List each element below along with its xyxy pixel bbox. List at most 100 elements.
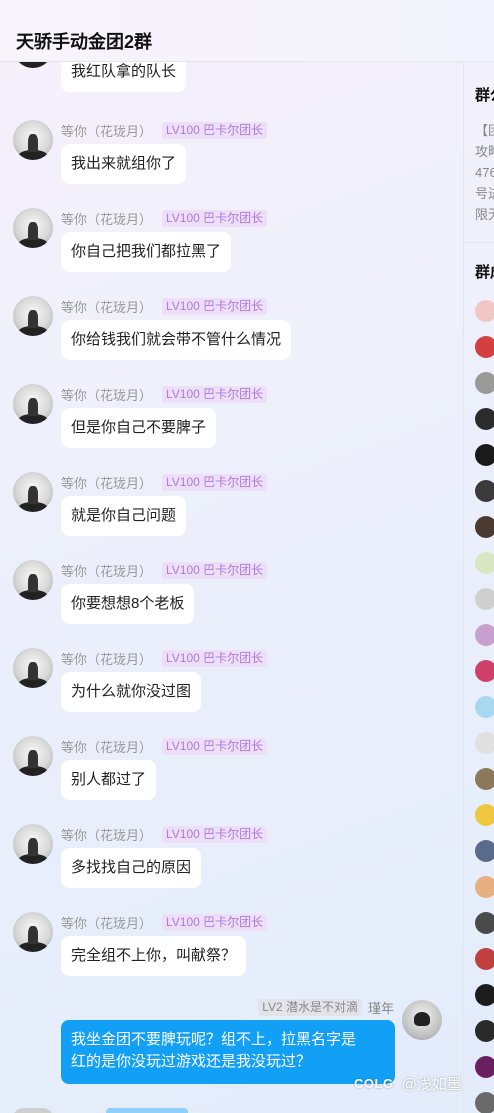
message-header: 等你（花珑月） LV100 巴卡尔团长	[61, 385, 268, 404]
member-avatar[interactable]	[475, 732, 494, 754]
message-header: 等你（花珑月） LV100 巴卡尔团长	[61, 297, 268, 316]
own-message-header: LV2 潜水是不对滴 瑾年	[258, 998, 394, 1016]
chat-message-list[interactable]: 我红队拿的队长 等你（花珑月） LV100 巴卡尔团长 我出来就组你了 等你（花珑月）…	[0, 62, 463, 1113]
message-bubble[interactable]: 就是你自己问题	[61, 496, 187, 536]
message-header: 等你（花珑月） LV100 巴卡尔团长	[61, 737, 268, 756]
own-message-bubble[interactable]: 我坐金团不要脾玩呢？组不上，拉黑名字是 红的是你没玩过游戏还是我没玩过？	[61, 1020, 395, 1084]
notice-line: 【团	[475, 123, 494, 138]
username[interactable]: 等你（花珑月）	[61, 561, 152, 580]
watermark-author: @浅如墨	[401, 1075, 462, 1093]
level-badge: LV100 巴卡尔团长	[162, 913, 268, 931]
member-avatar[interactable]	[475, 516, 494, 538]
user-avatar[interactable]	[13, 120, 53, 160]
member-avatar[interactable]	[475, 444, 494, 466]
member-avatar[interactable]	[475, 336, 494, 358]
username[interactable]: 等你（花珑月）	[61, 385, 152, 404]
chat-message: 等你（花珑月） LV100 巴卡尔团长多找找自己的原因	[0, 824, 463, 912]
message-bubble[interactable]: 我出来就组你了	[61, 144, 187, 184]
message-header: 等你（花珑月） LV100 巴卡尔团长	[61, 825, 268, 844]
user-avatar[interactable]	[13, 736, 53, 776]
own-message-line: 我坐金团不要脾玩呢？组不上，拉黑名字是	[71, 1031, 357, 1048]
user-avatar[interactable]	[13, 384, 53, 424]
member-avatar[interactable]	[475, 840, 494, 862]
chat-header: 天骄手动金团2群	[0, 0, 494, 62]
level-badge: LV100 巴卡尔团长	[162, 209, 268, 227]
message-bubble[interactable]: 为什么就你没过图	[61, 672, 202, 712]
member-avatar[interactable]	[475, 408, 494, 430]
member-avatar[interactable]	[475, 912, 494, 934]
own-level-badge: LV2 潜水是不对滴	[258, 998, 362, 1016]
user-avatar[interactable]	[13, 824, 53, 864]
message-bubble[interactable]: 但是你自己不要脾子	[61, 408, 217, 448]
member-avatar[interactable]	[475, 768, 494, 790]
user-avatar[interactable]	[13, 912, 53, 952]
message-bubble[interactable]: 我红队拿的队长	[61, 62, 187, 92]
member-avatar[interactable]	[475, 1056, 494, 1078]
level-badge: LV100 巴卡尔团长	[162, 473, 268, 491]
member-avatar[interactable]	[475, 480, 494, 502]
own-username: 瑾年	[367, 1000, 394, 1016]
member-avatar[interactable]	[475, 660, 494, 682]
member-avatar[interactable]	[475, 696, 494, 718]
member-avatar[interactable]	[475, 552, 494, 574]
colg-logo: COLG	[354, 1075, 394, 1091]
group-title: 天骄手动金团2群	[16, 32, 153, 52]
notice-line: 限无	[475, 207, 494, 222]
notice-line: 号进	[475, 186, 494, 201]
level-badge: LV100 巴卡尔团长	[162, 297, 268, 315]
member-avatar[interactable]	[475, 372, 494, 394]
group-notice-title: 群公	[475, 87, 494, 104]
user-avatar[interactable]	[13, 560, 53, 600]
username[interactable]: 等你（花珑月）	[61, 297, 152, 316]
user-avatar[interactable]	[13, 296, 53, 336]
chat-message: 等你（花珑月） LV100 巴卡尔团长我出来就组你了	[0, 120, 463, 208]
member-avatar[interactable]	[475, 1020, 494, 1042]
message-bubble[interactable]: 你要想想8个老板	[61, 584, 195, 624]
username[interactable]: 等你（花珑月）	[61, 825, 152, 844]
message-bubble[interactable]: 多找找自己的原因	[61, 848, 202, 888]
user-avatar[interactable]	[13, 1108, 53, 1113]
username[interactable]: 等你（花珑月）	[61, 121, 152, 140]
user-avatar[interactable]	[13, 208, 53, 248]
user-avatar[interactable]	[13, 648, 53, 688]
member-avatar[interactable]	[475, 588, 494, 610]
member-avatar[interactable]	[475, 876, 494, 898]
message-bubble[interactable]: 你自己把我们都拉黑了	[61, 232, 232, 272]
message-bubble-peek[interactable]	[106, 1108, 188, 1113]
message-bubble[interactable]: 你给钱我们就会带不管什么情况	[61, 320, 292, 360]
username[interactable]: 等你（花珑月）	[61, 649, 152, 668]
own-avatar[interactable]	[402, 1000, 442, 1040]
username[interactable]: 等你（花珑月）	[61, 913, 152, 932]
message-bubble[interactable]: 别人都过了	[61, 760, 157, 800]
user-avatar[interactable]	[13, 62, 53, 68]
message-header: 等你（花珑月） LV100 巴卡尔团长	[61, 209, 268, 228]
message-header: 等你（花珑月） LV100 巴卡尔团长	[61, 473, 268, 492]
level-badge: LV100 巴卡尔团长	[162, 737, 268, 755]
message-header: 等你（花珑月） LV100 巴卡尔团长	[61, 649, 268, 668]
message-header: 等你（花珑月） LV100 巴卡尔团长	[61, 561, 268, 580]
user-avatar[interactable]	[13, 472, 53, 512]
own-message-line: 红的是你没玩过游戏还是我没玩过？	[71, 1053, 312, 1070]
chat-message: 等你（花珑月） LV100 巴卡尔团长但是你自己不要脾子	[0, 384, 463, 472]
message-bubble[interactable]: 完全组不上你，叫献祭？	[61, 936, 247, 976]
member-avatar[interactable]	[475, 300, 494, 322]
member-avatar[interactable]	[475, 984, 494, 1006]
chat-message: 等你（花珑月） LV100 巴卡尔团长 别人都过了	[0, 736, 463, 824]
panel-separator	[464, 242, 494, 243]
notice-line: 攻略	[475, 144, 494, 159]
username[interactable]: 等你（花珑月）	[61, 473, 152, 492]
member-avatar[interactable]	[475, 804, 494, 826]
member-avatar[interactable]	[475, 1092, 494, 1113]
member-avatar[interactable]	[475, 948, 494, 970]
chat-message: 等你（花珑月） LV100 巴卡尔团长你自己把我们都拉黑了	[0, 208, 463, 296]
group-notice-text[interactable]: 【团 攻略 476 号进 限无	[475, 120, 494, 225]
level-badge: LV100 巴卡尔团长	[162, 121, 268, 139]
username[interactable]: 等你（花珑月）	[61, 737, 152, 756]
username[interactable]: 等你（花珑月）	[61, 209, 152, 228]
level-badge: LV100 巴卡尔团长	[162, 825, 268, 843]
level-badge: LV100 巴卡尔团长	[162, 385, 268, 403]
notice-line: 476	[475, 165, 494, 180]
message-header: 等你（花珑月） LV100 巴卡尔团长	[61, 913, 268, 932]
message-partial: 我红队拿的队长	[0, 62, 463, 98]
member-avatar[interactable]	[475, 624, 494, 646]
